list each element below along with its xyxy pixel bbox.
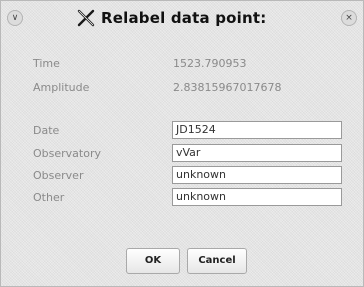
ok-button[interactable]: OK	[126, 248, 180, 274]
cancel-button[interactable]: Cancel	[187, 248, 247, 274]
other-field[interactable]: unknown	[172, 188, 342, 206]
x-window-icon	[77, 9, 95, 27]
observatory-label: Observatory	[33, 147, 101, 160]
date-field[interactable]: JD1524	[172, 121, 342, 139]
title-bar: ∨ Relabel data point: ×	[1, 1, 363, 33]
amplitude-label: Amplitude	[33, 81, 90, 94]
window-menu-button[interactable]: ∨	[7, 10, 23, 26]
window-title-group: Relabel data point:	[77, 6, 266, 30]
observer-field[interactable]: unknown	[172, 166, 342, 184]
window-title: Relabel data point:	[101, 9, 267, 27]
relabel-dialog: ∨ Relabel data point: × Time 1523.790953…	[0, 0, 364, 287]
chevron-down-icon: ∨	[11, 13, 19, 23]
time-label: Time	[33, 57, 60, 70]
observatory-field[interactable]: vVar	[172, 144, 342, 162]
amplitude-value: 2.83815967017678	[173, 81, 282, 94]
time-value: 1523.790953	[173, 57, 247, 70]
window-close-button[interactable]: ×	[341, 10, 357, 26]
close-icon: ×	[345, 13, 353, 23]
date-label: Date	[33, 124, 60, 137]
other-label: Other	[33, 191, 65, 204]
observer-label: Observer	[33, 169, 84, 182]
